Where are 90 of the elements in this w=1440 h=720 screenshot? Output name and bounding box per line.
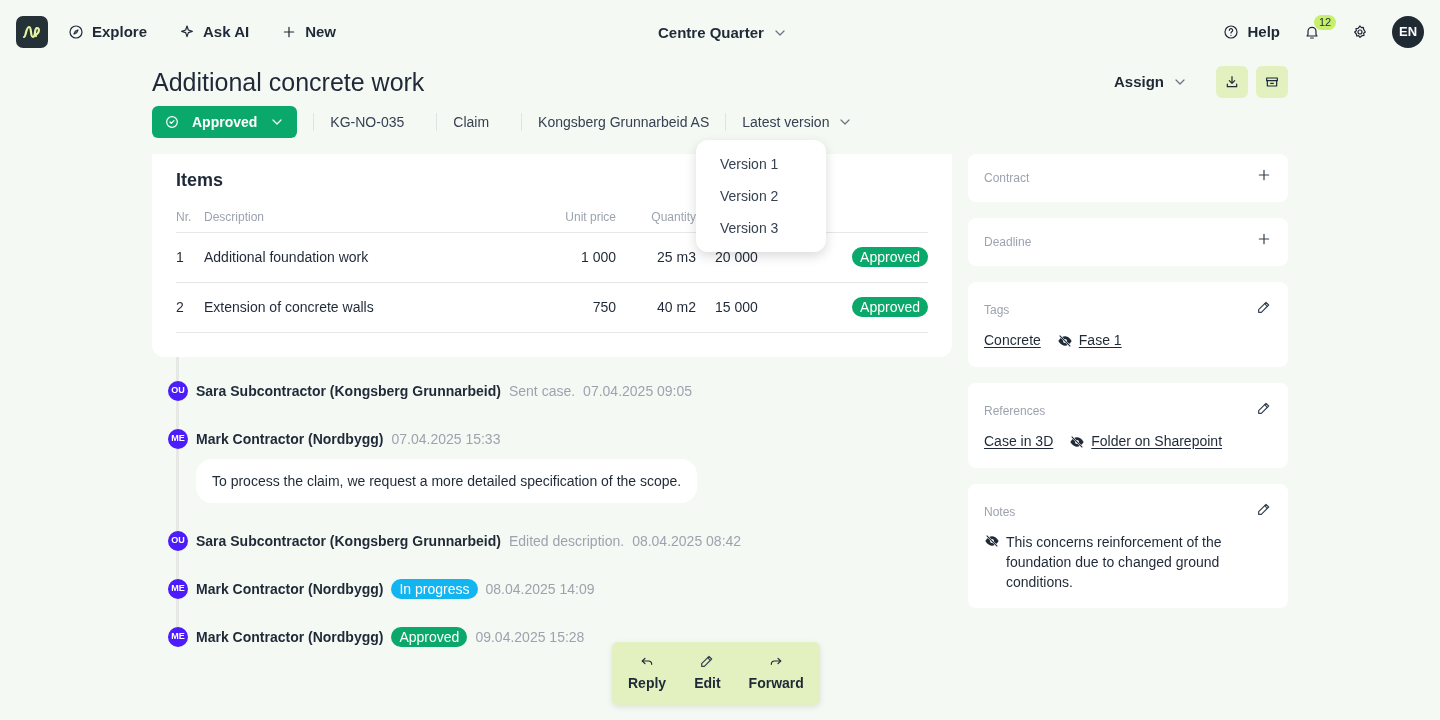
pencil-icon [1256,400,1272,416]
check-circle-icon [164,114,180,130]
action-button[interactable]: Forward [748,653,804,694]
card-label: Contract [984,170,1030,187]
assign-button[interactable]: Assign [1114,70,1188,94]
timestamp: 07.04.2025 09:05 [583,381,693,401]
add-button[interactable] [1256,167,1272,183]
eye-off-icon [1069,433,1086,450]
timestamp: 08.04.2025 14:09 [485,579,595,599]
user-avatar: OU [168,531,188,551]
card-label: References [984,403,1046,420]
link[interactable]: Folder on Sharepoint [1091,431,1223,452]
timestamp: 09.04.2025 15:28 [475,627,585,647]
help-icon [1223,24,1240,40]
status-badge: Approved [852,297,928,317]
nav-link[interactable]: New [281,20,336,44]
nav-link[interactable]: Explore [68,20,148,44]
nav-link[interactable]: Ask AI [179,20,250,44]
activity-text: Sent case. [508,381,576,401]
version-selector[interactable]: Latest version [726,111,870,133]
section-title: Items [176,169,224,192]
settings-icon [1352,24,1368,40]
table-cell-text: 1 000 [579,248,616,267]
author-name: Sara Subcontractor (Kongsberg Grunnarbeid) [196,531,501,551]
status-badge: Approved [391,627,468,647]
timestamp: 08.04.2025 08:42 [632,531,742,551]
project-selector[interactable]: Centre Quarter [658,22,788,45]
version-option[interactable]: Version 1 [696,148,826,180]
link[interactable]: Concrete [984,330,1041,351]
plus-icon [1256,167,1272,183]
card-label: Deadline [984,234,1032,251]
pencil-icon [1256,299,1272,315]
plus-icon [1256,231,1272,247]
page-title: Additional concrete work [152,67,425,98]
author-name: Mark Contractor (Nordbygg) [196,579,384,599]
case-meta: KG-NO-035 [329,112,406,132]
column-header: Description [204,209,266,226]
card-label: Notes [984,504,1016,521]
archive-button[interactable] [1256,66,1288,98]
download-button[interactable] [1216,66,1248,98]
column-header: Quantity [650,209,696,226]
edit-button[interactable] [1256,400,1272,416]
user-avatar: ME [168,429,188,449]
logo-icon[interactable] [16,16,48,48]
user-avatar: OU [168,381,188,401]
pencil-icon [1256,501,1272,517]
download-icon [1224,74,1240,90]
author-name: Sara Subcontractor (Kongsberg Grunnarbeid) [196,381,501,401]
user-avatar: ME [168,627,188,647]
table-cell-text: Extension of concrete walls [204,298,375,317]
card-label: Tags [984,302,1010,319]
add-button[interactable] [1256,231,1272,247]
notification-count: 12 [1314,15,1337,30]
table-cell-text: 25 m3 [656,248,696,267]
note-text: This concerns reinforcement of the foundation due to changed ground conditions. [1006,533,1223,592]
action-button[interactable]: Edit [694,653,721,694]
table-cell-text: 750 [591,298,616,317]
archive-icon [1264,74,1280,90]
author-name: Mark Contractor (Nordbygg) [196,627,384,647]
bell-icon [1304,24,1320,40]
timestamp: 07.04.2025 15:33 [391,429,501,449]
version-option[interactable]: Version 3 [696,212,826,244]
activity-text: Edited description. [508,531,625,551]
status-badge: In progress [391,579,478,599]
column-header: Nr. [176,209,193,226]
user-avatar[interactable]: EN [1392,16,1424,48]
compass-icon [68,24,84,40]
link[interactable]: Case in 3D [984,431,1054,452]
case-meta: Claim [452,112,491,132]
user-avatar: ME [168,579,188,599]
edit-button[interactable] [1256,501,1272,517]
link[interactable]: Fase 1 [1078,330,1122,351]
action-button[interactable]: Reply [628,653,667,694]
status-badge: Approved [852,247,928,267]
table-cell-text: 15 000 [714,298,759,317]
help-link[interactable]: Help [1223,20,1280,44]
table-cell-text: 40 m2 [656,298,696,317]
message-bubble: To process the claim, we request a more detailed specification of the scope. [196,459,698,503]
eye-off-icon [984,533,1000,549]
eye-off-icon [1056,332,1073,349]
column-header: Unit price [564,209,616,226]
sparkle-icon [179,24,196,40]
case-meta: Kongsberg Grunnarbeid AS [537,112,711,132]
edit-button[interactable] [1256,299,1272,315]
version-option[interactable]: Version 2 [696,180,826,212]
table-cell-text: Additional foundation work [204,248,370,267]
table-cell-text: 1 [176,248,185,267]
table-cell-text: 2 [176,298,185,317]
table-cell-text: 20 000 [714,248,759,267]
author-name: Mark Contractor (Nordbygg) [196,429,384,449]
